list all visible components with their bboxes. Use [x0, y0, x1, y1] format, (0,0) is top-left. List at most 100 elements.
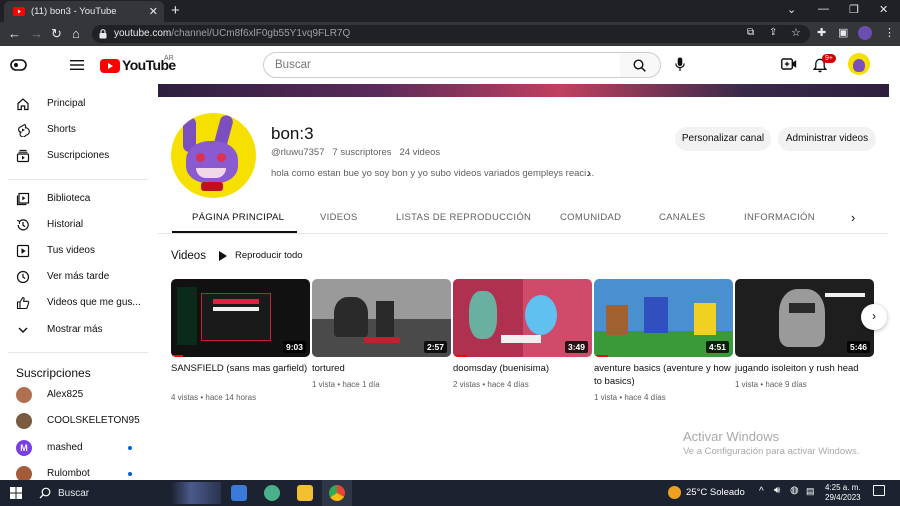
search-button[interactable]: [620, 52, 661, 78]
video-title[interactable]: jugando isoleiton y rush head: [735, 362, 874, 375]
video-title[interactable]: tortured: [312, 362, 451, 375]
menu-icon[interactable]: [70, 59, 84, 71]
tab-search-icon[interactable]: ⌄: [787, 3, 796, 16]
video-age: hace 4 días: [624, 393, 666, 402]
sidebar-item-biblioteca[interactable]: Biblioteca: [0, 186, 150, 212]
subscription-item[interactable]: COOLSKELETON95: [0, 408, 150, 434]
video-title[interactable]: aventure basics (aventure y how to basic…: [594, 362, 733, 388]
tab-videos[interactable]: VIDEOS: [320, 212, 358, 223]
like-icon: [16, 296, 30, 310]
sidepanel-icon[interactable]: ▣: [838, 26, 848, 39]
tab-canales[interactable]: CANALES: [659, 212, 705, 223]
new-tab-icon[interactable]: +: [171, 2, 180, 19]
edge-icon[interactable]: [264, 485, 280, 501]
video-thumbnail[interactable]: 9:03: [171, 279, 310, 357]
install-app-icon[interactable]: ⧉: [747, 27, 754, 38]
sidebar-item-historial[interactable]: Historial: [0, 212, 150, 238]
video-meta: 1 vista • hace 1 día: [312, 380, 380, 389]
tabs-scroll-right-icon[interactable]: ›: [851, 210, 855, 225]
sidebar-item-mostrar-mas[interactable]: Mostrar más: [0, 317, 150, 343]
weather-text[interactable]: 25°C Soleado: [686, 487, 745, 498]
sidebar-divider: [8, 179, 148, 180]
tab-listas[interactable]: LISTAS DE REPRODUCCIÓN: [396, 212, 531, 223]
video-thumbnail[interactable]: 4:51: [594, 279, 733, 357]
back-icon[interactable]: ←: [8, 26, 21, 41]
browser-tab-bar: (11) bon3 - YouTube ✕ + ⌄ — ❐ ✕: [0, 0, 900, 22]
browser-tab[interactable]: (11) bon3 - YouTube ✕: [4, 1, 164, 22]
sidebar-divider: [8, 352, 148, 353]
bookmark-star-icon[interactable]: ☆: [791, 26, 801, 39]
chevron-down-icon: [18, 327, 28, 333]
channel-name: bon:3: [271, 124, 314, 143]
sidebar-item-ver-mas-tarde[interactable]: Ver más tarde: [0, 264, 150, 290]
chrome-taskbar-button[interactable]: [322, 480, 352, 506]
address-bar[interactable]: youtube.com/channel/UCm8f6xlF0gb55Y1vq9F…: [92, 25, 810, 43]
sidebar-item-principal[interactable]: Principal: [0, 91, 150, 117]
extensions-icon[interactable]: ✚: [817, 26, 826, 39]
thumb-art: [177, 287, 197, 345]
thumb-art: [644, 297, 668, 333]
restore-icon[interactable]: ❐: [849, 3, 859, 16]
sidebar-item-tus-videos[interactable]: Tus videos: [0, 238, 150, 264]
manage-videos-button[interactable]: Administrar videos: [778, 127, 876, 151]
video-thumbnail[interactable]: 3:49: [453, 279, 592, 357]
speaker-icon[interactable]: 🔊︎: [774, 485, 780, 496]
chevron-up-icon[interactable]: ^: [759, 486, 764, 497]
search-input[interactable]: Buscar: [263, 52, 621, 78]
history-icon: [16, 219, 29, 231]
youtube-logo-icon: [100, 59, 120, 73]
search-highlight-art: [171, 482, 221, 504]
sidebar-item-label: Biblioteca: [47, 193, 91, 204]
cast-icon[interactable]: [10, 59, 27, 71]
video-meta: 1 vista • hace 9 días: [735, 380, 807, 389]
video-thumbnail[interactable]: 2:57: [312, 279, 451, 357]
channel-avatar[interactable]: [171, 113, 256, 198]
notifications-button[interactable]: 9+: [813, 54, 839, 74]
subscriptions-icon: [16, 149, 30, 163]
create-video-icon[interactable]: [781, 58, 797, 70]
thumb-art: [789, 303, 815, 313]
minimize-icon[interactable]: —: [818, 3, 829, 15]
profile-avatar[interactable]: [858, 26, 872, 40]
search-icon: [39, 487, 51, 499]
video-title[interactable]: doomsday (buenisima): [453, 362, 592, 375]
sidebar-item-suscripciones[interactable]: Suscripciones: [0, 143, 150, 169]
close-window-icon[interactable]: ✕: [879, 3, 888, 16]
subscription-item[interactable]: M mashed: [0, 435, 150, 461]
share-icon[interactable]: ⇪: [769, 27, 777, 38]
tab-pagina-principal[interactable]: PÁGINA PRINCIPAL: [192, 212, 284, 223]
windows-start-icon[interactable]: [10, 487, 22, 499]
browser-tab-title: (11) bon3 - YouTube: [31, 6, 117, 17]
notification-center-icon[interactable]: [873, 485, 885, 496]
section-title[interactable]: Videos: [171, 250, 206, 262]
video-meta: 2 vistas • hace 4 días: [453, 380, 529, 389]
carousel-next-button[interactable]: ›: [861, 304, 887, 330]
subscription-item[interactable]: Alex825: [0, 382, 150, 408]
home-browser-icon[interactable]: ⌂: [72, 26, 80, 41]
task-view-icon[interactable]: [231, 485, 247, 501]
customize-channel-button[interactable]: Personalizar canal: [675, 127, 771, 151]
reload-icon[interactable]: ↻: [51, 26, 62, 42]
network-icon[interactable]: ◍: [790, 485, 799, 496]
chevron-right-icon[interactable]: ›: [587, 166, 591, 180]
taskbar-clock[interactable]: 4:25 a. m. 29/4/2023: [825, 483, 861, 503]
video-meta: 4 vistas • hace 14 horas: [171, 393, 257, 402]
video-views: 1 vista: [594, 393, 618, 402]
browser-menu-icon[interactable]: ⋮: [884, 26, 895, 39]
sidebar-item-videos-que-me-gustan[interactable]: Videos que me gus...: [0, 290, 150, 316]
tab-comunidad[interactable]: COMUNIDAD: [560, 212, 621, 223]
microphone-icon[interactable]: [675, 57, 685, 72]
clock-date: 29/4/2023: [825, 493, 861, 502]
tab-informacion[interactable]: INFORMACIÓN: [744, 212, 815, 223]
video-age: hace 14 horas: [205, 393, 257, 402]
user-avatar[interactable]: [848, 53, 870, 75]
forward-icon[interactable]: →: [30, 26, 43, 41]
language-indicator[interactable]: ▤: [806, 486, 815, 497]
sidebar-item-shorts[interactable]: Shorts: [0, 117, 150, 143]
close-tab-icon[interactable]: ✕: [149, 5, 158, 18]
video-thumbnail[interactable]: 5:46: [735, 279, 874, 357]
taskbar-search[interactable]: Buscar: [31, 482, 221, 504]
channel-description[interactable]: hola como estan bue yo soy bon y yo subo…: [271, 168, 594, 179]
file-explorer-icon[interactable]: [297, 485, 313, 501]
video-title[interactable]: SANSFIELD (sans mas garfield): [171, 362, 310, 375]
